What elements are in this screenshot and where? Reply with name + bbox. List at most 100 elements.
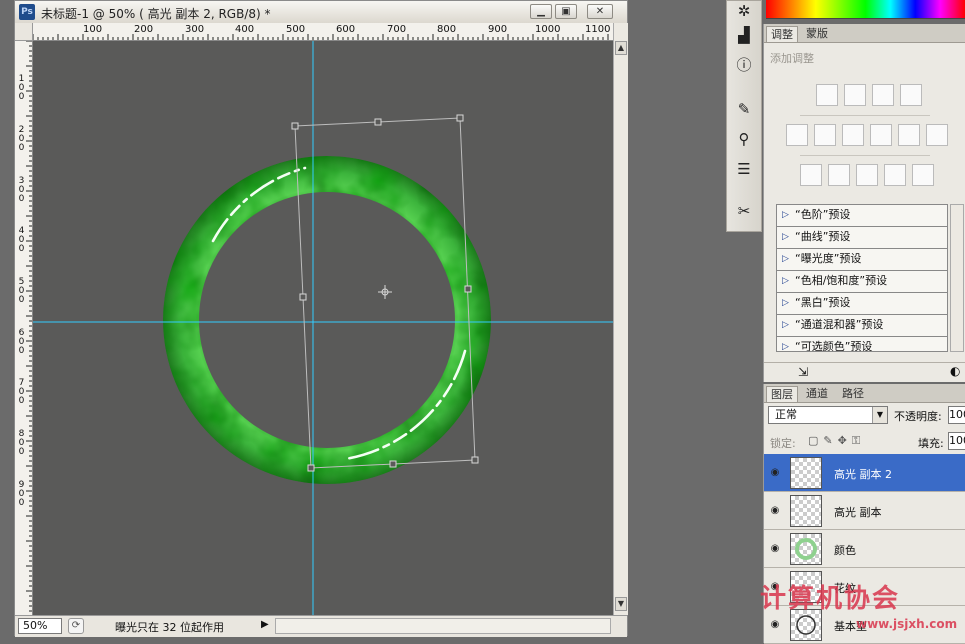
expand-triangle-icon[interactable]: ▷ [782, 205, 789, 225]
info-icon[interactable]: ⓘ [734, 55, 754, 75]
ruler-label-v: 200 [18, 125, 25, 153]
expand-triangle-icon[interactable]: ▷ [782, 337, 789, 351]
tab-masks[interactable]: 蒙版 [802, 26, 832, 41]
curves-icon[interactable] [872, 84, 894, 106]
eye-icon[interactable]: ◉ [768, 466, 782, 480]
document-titlebar[interactable]: Ps 未标题-1 @ 50% ( 高光 副本 2, RGB/8) * ▁ ▣ ✕ [15, 1, 627, 24]
return-icon[interactable]: ⇲ [798, 365, 808, 379]
minimize-button[interactable]: ▁ [530, 4, 552, 19]
status-menu-icon[interactable]: ▶ [261, 619, 269, 630]
status-info-icon[interactable]: ⟳ [68, 618, 84, 634]
fill-field[interactable]: 100 [948, 432, 965, 450]
ruler-label-v: 300 [18, 176, 25, 204]
ruler-label-h: 1000 [535, 24, 561, 35]
brush-icon[interactable]: ✎ [734, 99, 754, 119]
document-title: 未标题-1 @ 50% ( 高光 副本 2, RGB/8) * [41, 7, 271, 21]
ruler-label-h: 1100 [585, 24, 611, 35]
preset-item[interactable]: ▷ “可选颜色”预设 [777, 337, 947, 351]
vertical-ruler[interactable]: 100 200 300 400 500 600 700 800 900 [15, 41, 33, 615]
canvas-artwork[interactable] [33, 41, 613, 615]
histogram-icon[interactable]: ▟ [734, 25, 754, 45]
panel-dock-strip: ✲ ▟ ⓘ ✎ ⚲ ☰ ✂ [726, 0, 762, 232]
ruler-corner[interactable] [15, 23, 33, 41]
preset-label: “色阶”预设 [795, 208, 851, 221]
selective-color-icon[interactable] [912, 164, 934, 186]
channel-mixer-icon[interactable] [926, 124, 948, 146]
photoshop-icon: Ps [19, 4, 35, 20]
tool-presets-icon[interactable]: ☰ [734, 159, 754, 179]
ruler-label-v: 400 [18, 226, 25, 254]
vertical-scrollbar[interactable]: ▲ ▼ [613, 23, 628, 615]
zoom-field[interactable]: 50% [18, 618, 62, 634]
expand-triangle-icon[interactable]: ▷ [782, 271, 789, 291]
tab-adjustments[interactable]: 调整 [766, 26, 798, 42]
scroll-down-icon[interactable]: ▼ [615, 597, 627, 611]
watermark-url: www.jsjxh.com [856, 617, 958, 631]
expand-triangle-icon[interactable]: ▷ [782, 227, 789, 247]
ruler-label-h: 100 [83, 24, 103, 35]
ruler-label-h: 900 [488, 24, 508, 35]
clone-icon[interactable]: ⚲ [734, 129, 754, 149]
black-white-icon[interactable] [870, 124, 892, 146]
layer-row[interactable]: ◉ 颜色 [764, 530, 965, 568]
scroll-up-icon[interactable]: ▲ [615, 41, 627, 55]
tab-layers[interactable]: 图层 [766, 386, 798, 402]
layer-row[interactable]: ◉ 高光 副本 2 [764, 454, 965, 492]
lock-icons[interactable]: ▢✎✥⚿ [808, 434, 865, 448]
tab-paths[interactable]: 路径 [838, 386, 868, 401]
invert-icon[interactable] [800, 164, 822, 186]
photo-filter-icon[interactable] [898, 124, 920, 146]
horizontal-ruler[interactable]: 100 200 300 400 500 600 700 800 900 1000… [33, 23, 613, 41]
color-balance-icon[interactable] [842, 124, 864, 146]
posterize-icon[interactable] [828, 164, 850, 186]
view-toggle-icon[interactable]: ◐ [950, 364, 960, 378]
adjustments-tabs: 调整 蒙版 [764, 24, 965, 43]
eye-icon[interactable]: ◉ [768, 542, 782, 556]
color-ramp[interactable] [766, 0, 965, 19]
opacity-field[interactable]: 100 [948, 406, 965, 424]
maximize-button[interactable]: ▣ [555, 4, 577, 19]
layer-thumbnail [790, 457, 822, 489]
document-window: Ps 未标题-1 @ 50% ( 高光 副本 2, RGB/8) * ▁ ▣ ✕… [14, 0, 628, 637]
watermark-logo: 计算机协会 [760, 584, 901, 614]
blend-mode-select[interactable]: 正常 ▼ [768, 406, 888, 424]
layer-thumbnail [790, 495, 822, 527]
preset-item[interactable]: ▷ “色阶”预设 [777, 205, 947, 227]
expand-triangle-icon[interactable]: ▷ [782, 293, 789, 313]
chevron-down-icon[interactable]: ▼ [872, 407, 887, 423]
preset-item[interactable]: ▷ “曝光度”预设 [777, 249, 947, 271]
vibrance-icon[interactable] [786, 124, 808, 146]
preset-scrollbar[interactable] [950, 204, 964, 352]
levels-icon[interactable] [844, 84, 866, 106]
layers-tabs: 图层 通道 路径 [764, 384, 965, 403]
horizontal-scrollbar[interactable] [275, 618, 611, 634]
preset-item[interactable]: ▷ “曲线”预设 [777, 227, 947, 249]
status-message: 曝光只在 32 位起作用 [115, 621, 224, 634]
eye-icon[interactable]: ◉ [768, 504, 782, 518]
ruler-label-h: 700 [387, 24, 407, 35]
navigator-icon[interactable]: ✲ [734, 1, 754, 21]
brightness-icon[interactable] [816, 84, 838, 106]
canvas-area[interactable] [33, 41, 613, 615]
status-bar: 50% ⟳ 曝光只在 32 位起作用 ▶ [15, 615, 627, 637]
ruler-label-v: 100 [18, 74, 25, 102]
preset-label: “曲线”预设 [795, 230, 851, 243]
preset-list[interactable]: ▷ “色阶”预设 ▷ “曲线”预设 ▷ “曝光度”预设 ▷ “色相/饱和度”预设 ▷ “黑… [776, 204, 948, 352]
preset-item[interactable]: ▷ “通道混和器”预设 [777, 315, 947, 337]
eye-icon[interactable]: ◉ [768, 618, 782, 632]
close-button[interactable]: ✕ [587, 4, 613, 19]
threshold-icon[interactable] [856, 164, 878, 186]
gradient-map-icon[interactable] [884, 164, 906, 186]
preset-item[interactable]: ▷ “色相/饱和度”预设 [777, 271, 947, 293]
expand-triangle-icon[interactable]: ▷ [782, 315, 789, 335]
hue-saturation-icon[interactable] [814, 124, 836, 146]
tab-channels[interactable]: 通道 [802, 386, 832, 401]
exposure-icon[interactable] [900, 84, 922, 106]
expand-triangle-icon[interactable]: ▷ [782, 249, 789, 269]
preset-label: “曝光度”预设 [795, 252, 862, 265]
layer-thumbnail [790, 533, 822, 565]
layer-row[interactable]: ◉ 高光 副本 [764, 492, 965, 530]
tools-icon[interactable]: ✂ [734, 201, 754, 221]
preset-item[interactable]: ▷ “黑白”预设 [777, 293, 947, 315]
ruler-label-h: 400 [235, 24, 255, 35]
